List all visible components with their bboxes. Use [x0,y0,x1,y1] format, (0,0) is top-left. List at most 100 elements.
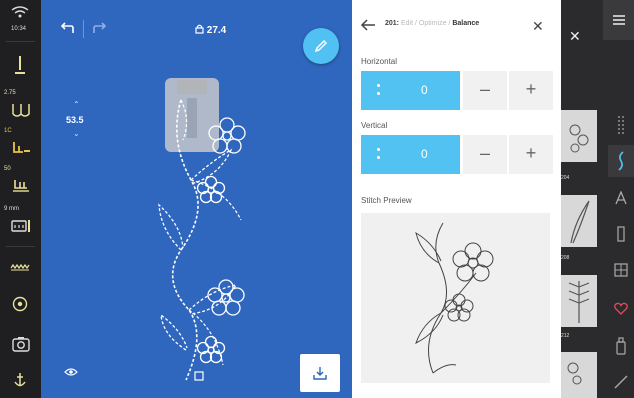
stitch-count-icon [195,24,204,34]
back-arrow-icon[interactable] [360,18,376,32]
tab-tools[interactable] [608,366,634,398]
speed-button[interactable]: 50 [0,164,41,202]
divider [6,41,35,42]
vertical-plus-button[interactable]: + [509,135,553,174]
thumbnail-number: 204 [561,175,570,181]
divider [6,246,35,247]
divider [83,20,84,38]
library-close-icon[interactable]: ✕ [569,28,581,45]
horizontal-value-field[interactable]: 0 [361,71,460,110]
tension-button[interactable]: 1C [0,126,41,164]
stitch-preview-label: Stitch Preview [361,196,412,205]
feed-dog-button[interactable] [0,252,41,290]
stitch-thumbnail[interactable] [561,352,597,398]
fern-stitch-thumbnail-icon [568,281,590,323]
thumbnail-number: 208 [561,255,570,261]
download-icon [313,367,327,380]
stitch-thumbnail[interactable] [561,275,597,327]
camera-icon [12,337,30,352]
vertical-value-field[interactable]: 0 [361,135,460,174]
stitch-length-value: 2.75 [4,90,16,96]
hamburger-icon [613,15,625,25]
wand-icon [614,375,628,389]
stitch-count: 27.4 [195,24,226,36]
tab-favorites[interactable] [608,292,634,324]
horizontal-value: 0 [421,83,428,97]
anchor-icon [14,373,26,387]
leaf-stitch-thumbnail-icon [570,200,590,244]
tab-decorative-stitches[interactable] [608,145,634,177]
horizontal-handle-icon [377,84,381,100]
vertical-label: Vertical [361,121,388,130]
buttonhole-icon [617,226,625,242]
stitch-length-icon [12,104,30,117]
heart-icon [614,302,628,315]
breadcrumb-current: Balance [452,20,480,27]
presser-foot-icon [13,180,29,192]
menu-button[interactable] [603,0,634,40]
needle-icon [15,56,25,74]
breadcrumb-stitch-number: 201: [385,20,400,27]
horizontal-plus-button[interactable]: + [509,71,553,110]
stitch-thumbnail[interactable] [561,110,597,162]
target-icon [12,296,28,312]
close-icon[interactable]: ✕ [532,18,544,35]
decorative-stitch-icon [618,151,624,171]
wifi-status[interactable]: 10:34 [0,0,41,38]
horizontal-minus-button[interactable]: – [463,71,507,110]
undo-icon [60,22,74,33]
stitch-length-button[interactable]: 2.75 [0,88,41,126]
thread-cutter-button[interactable] [0,366,41,398]
stitch-preview [361,213,550,383]
stitch-preview-image [415,222,494,374]
stitch-thumbnail[interactable] [561,195,597,247]
zoom-value: 53.5 [66,115,84,125]
vertical-minus-button[interactable]: – [463,135,507,174]
stitch-library: ✕ 204 208 212 [561,0,634,398]
edit-button[interactable] [303,28,339,64]
presser-height-button[interactable]: 9 mm [0,204,41,242]
feed-dog-icon [10,263,30,271]
needle-button[interactable] [0,48,41,86]
thumbnail-number: 212 [561,333,570,339]
balance-panel: 201: Edit / Optimize / Balance ✕ Horizon… [352,0,561,398]
presser-height-icon [11,220,30,232]
flower-stitch-thumbnail-icon [567,362,582,385]
view-toggle-button[interactable] [64,364,78,382]
tab-alphabets[interactable] [608,182,634,214]
tension-icon [13,142,30,153]
vertical-handle-icon [377,148,381,164]
pencil-icon [314,39,328,53]
left-sidebar: 10:34 2.75 1C 50 9 mm [0,0,41,398]
alphabet-icon [615,191,627,205]
clock: 10:34 [11,26,27,32]
undo-button[interactable] [59,22,75,37]
breadcrumb-optimize[interactable]: Optimize [419,20,447,27]
tab-practical-stitches[interactable] [608,110,634,142]
camera-button[interactable] [0,328,41,366]
download-button[interactable] [300,354,340,392]
zigzag-stitch-icon [618,116,624,136]
zoom-up-icon[interactable]: ⌃ [73,100,80,109]
breadcrumb: 201: Edit / Optimize / Balance [385,20,480,27]
breadcrumb-edit[interactable]: Edit [401,20,413,27]
zoom-down-icon[interactable]: ⌄ [73,129,80,138]
horizontal-label: Horizontal [361,57,398,66]
speed-value: 50 [4,166,11,172]
quilt-icon [614,263,628,277]
stitch-canvas[interactable]: 27.4 ⌃ 53.5 ⌄ [41,0,352,398]
tab-buttonholes[interactable] [608,218,634,250]
stitch-count-value: 27.4 [206,25,227,36]
needle-position-button[interactable] [0,290,41,328]
wifi-icon [11,6,29,18]
redo-button[interactable] [92,22,108,37]
tab-personal-program[interactable] [608,330,634,362]
bottle-icon [616,337,626,355]
tab-quilt-stitches[interactable] [608,254,634,286]
presser-height-value: 9 mm [4,206,19,212]
vertical-value: 0 [421,147,428,161]
flower-stitch-thumbnail-icon [569,124,589,153]
eye-icon [64,368,78,376]
app: 10:34 2.75 1C 50 9 mm 27.4 ⌃ 53.5 ⌄ 201:… [0,0,634,398]
tension-value: 1C [4,128,12,134]
